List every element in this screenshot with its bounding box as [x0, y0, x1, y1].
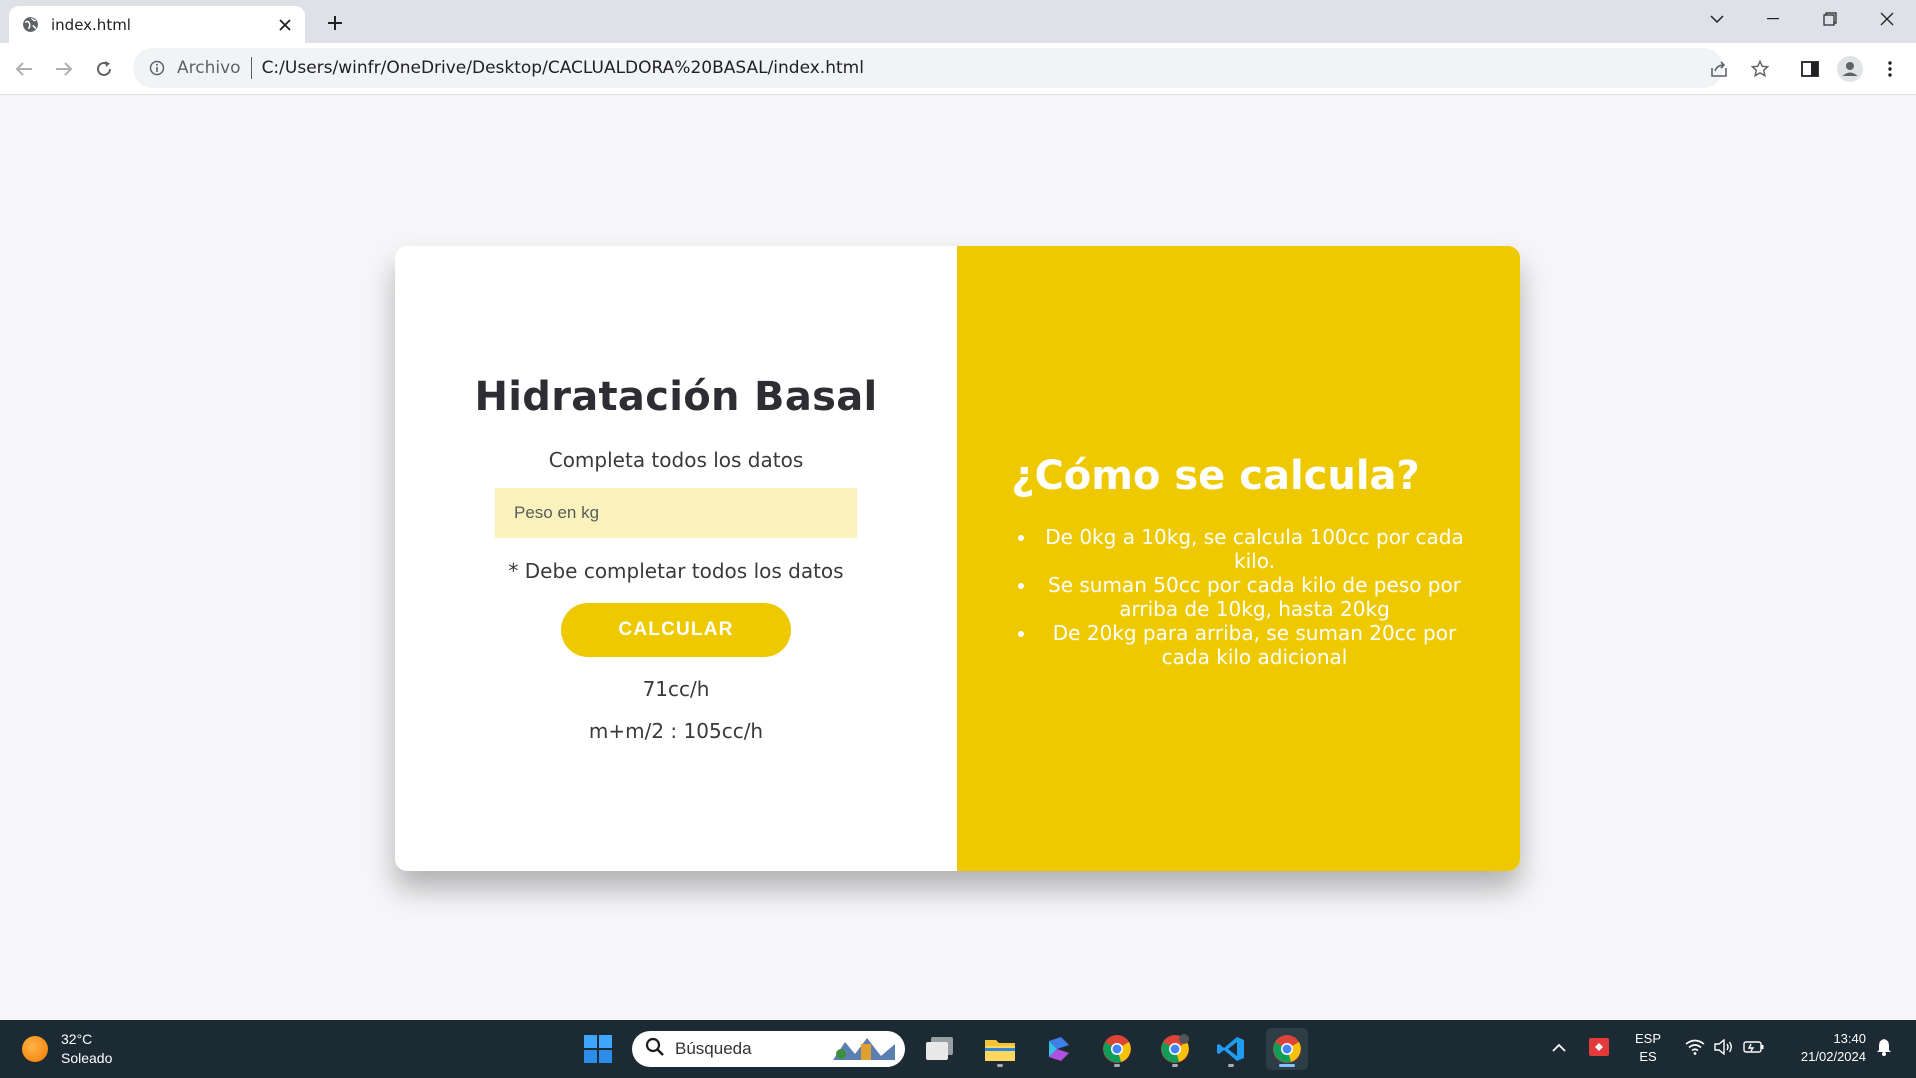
clock[interactable]: 13:40 21/02/2024 [1780, 1030, 1866, 1066]
result-hourly: 71cc/h [642, 677, 710, 701]
tab-title: index.html [51, 15, 131, 34]
error-message: * Debe completar todos los datos [508, 559, 844, 583]
clock-date: 21/02/2024 [1800, 1049, 1866, 1064]
notification-bell-icon[interactable] [1872, 1032, 1896, 1062]
rule-item: De 20kg para arriba, se suman 20cc por c… [1037, 621, 1470, 669]
side-panel-icon[interactable] [1794, 53, 1826, 85]
start-windows-icon[interactable] [577, 1028, 619, 1070]
site-info-icon[interactable] [147, 58, 167, 78]
show-hidden-icons-chevron-icon[interactable] [1546, 1032, 1572, 1062]
calculate-button[interactable]: CALCULAR [561, 603, 791, 657]
copilot-icon[interactable] [1038, 1028, 1080, 1070]
back-arrow-icon[interactable] [8, 53, 40, 85]
language-top: ESP [1634, 1031, 1661, 1046]
minimize-icon[interactable] [1752, 0, 1794, 38]
search-icon [645, 1037, 665, 1061]
language-indicator[interactable]: ESP ES [1628, 1030, 1668, 1066]
profile-avatar-icon[interactable] [1834, 53, 1866, 85]
weather-widget[interactable]: 32°C Soleado [22, 1030, 112, 1068]
browser-tab-bar: index.html [0, 0, 1916, 43]
wifi-icon[interactable] [1682, 1032, 1708, 1062]
address-bar[interactable]: Archivo C:/Users/winfr/OneDrive/Desktop/… [133, 48, 1723, 88]
vscode-icon[interactable] [1210, 1028, 1252, 1070]
calculator-card: Hidratación Basal Completa todos los dat… [395, 246, 1520, 871]
page-title: Hidratación Basal [474, 374, 878, 420]
tab-close-icon[interactable] [275, 15, 295, 35]
bookmark-star-icon[interactable] [1744, 53, 1776, 85]
file-scheme-label: Archivo [177, 58, 241, 78]
running-indicator [1228, 1064, 1234, 1067]
info-title: ¿Cómo se calcula? [1011, 453, 1420, 499]
running-indicator [1114, 1064, 1120, 1067]
browser-menu-icon[interactable] [1874, 53, 1906, 85]
search-highlight-icon [831, 1034, 897, 1064]
clock-time: 13:40 [1833, 1031, 1866, 1046]
divider [250, 57, 252, 79]
reload-icon[interactable] [88, 53, 120, 85]
result-mm2: m+m/2 : 105cc/h [588, 719, 764, 743]
sun-icon [22, 1036, 48, 1062]
subtitle: Completa todos los datos [548, 448, 804, 472]
running-indicator [1172, 1064, 1178, 1067]
browser-tab[interactable]: index.html [9, 6, 305, 43]
task-view-icon[interactable] [919, 1028, 961, 1070]
search-placeholder: Búsqueda [675, 1039, 752, 1058]
url-text[interactable]: C:/Users/winfr/OneDrive/Desktop/CACLUALD… [262, 58, 864, 78]
taskbar: 32°C Soleado Búsqueda ESP ES 13:40 21/02… [0, 1020, 1916, 1078]
forward-arrow-icon[interactable] [48, 53, 80, 85]
weather-condition: Soleado [61, 1050, 113, 1066]
active-indicator [1279, 1064, 1295, 1067]
rule-item: De 0kg a 10kg, se calcula 100cc por cada… [1037, 525, 1470, 573]
restore-icon[interactable] [1809, 0, 1851, 38]
battery-icon[interactable] [1741, 1032, 1767, 1062]
close-window-icon[interactable] [1866, 0, 1908, 38]
new-tab-icon[interactable] [322, 10, 348, 36]
chrome-active-icon[interactable] [1266, 1028, 1308, 1070]
security-tray-icon[interactable] [1586, 1032, 1612, 1062]
chrome-dev-icon[interactable] [1154, 1028, 1196, 1070]
language-bottom: ES [1639, 1049, 1657, 1064]
volume-icon[interactable] [1711, 1032, 1737, 1062]
taskbar-search[interactable]: Búsqueda [632, 1031, 905, 1067]
globe-icon [21, 16, 39, 34]
calculator-panel: Hidratación Basal Completa todos los dat… [395, 246, 957, 871]
info-panel: ¿Cómo se calcula? De 0kg a 10kg, se calc… [957, 246, 1520, 871]
rule-item: Se suman 50cc por cada kilo de peso por … [1037, 573, 1470, 621]
chrome-profile-icon[interactable] [1096, 1028, 1138, 1070]
file-explorer-icon[interactable] [979, 1028, 1021, 1070]
weight-input[interactable] [495, 488, 857, 538]
share-icon[interactable] [1703, 53, 1735, 85]
running-indicator [997, 1064, 1003, 1067]
browser-toolbar: Archivo C:/Users/winfr/OneDrive/Desktop/… [0, 43, 1916, 95]
rules-list: De 0kg a 10kg, se calcula 100cc por cada… [1037, 525, 1470, 669]
temperature: 32°C [61, 1031, 93, 1047]
tab-search-chevron-icon[interactable] [1696, 0, 1738, 38]
